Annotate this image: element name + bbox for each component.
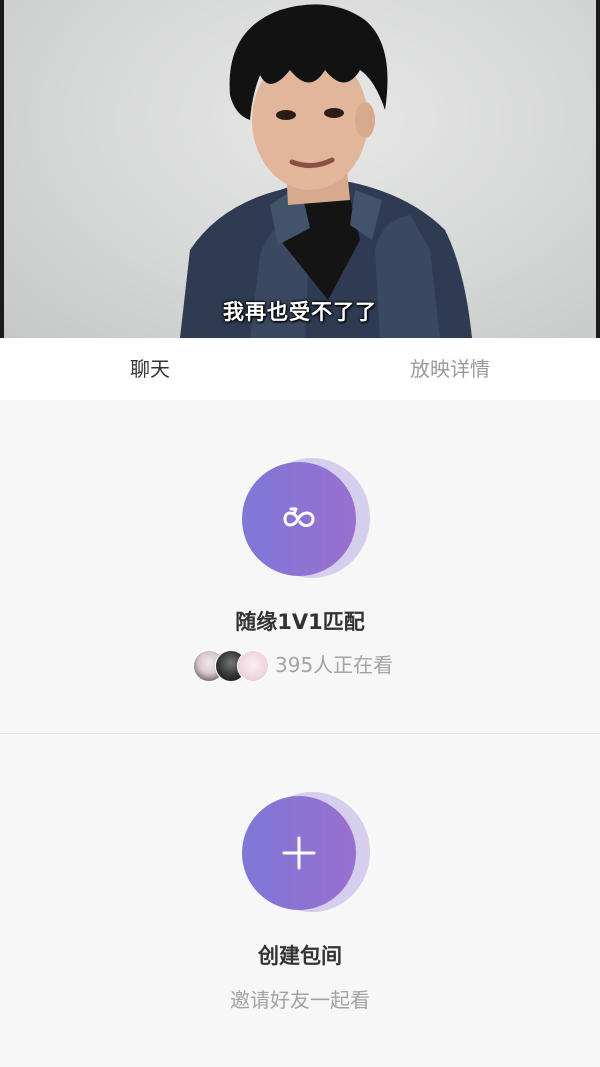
viewer-avatars	[193, 648, 269, 682]
viewer-count: 395人正在看	[275, 653, 394, 677]
avatar	[237, 650, 269, 682]
video-letterbox-left	[0, 0, 4, 338]
video-player[interactable]: 我再也受不了了	[0, 0, 600, 338]
random-match-button[interactable]	[242, 462, 356, 576]
tab-bar: 聊天 放映详情	[0, 338, 600, 400]
video-frame-person	[180, 4, 472, 338]
create-room-button-wrapper	[242, 792, 370, 912]
create-room-subtitle: 邀请好友一起看	[230, 988, 370, 1012]
tab-chat[interactable]: 聊天	[0, 338, 300, 400]
random-match-title: 随缘1V1匹配	[235, 610, 365, 634]
viewer-info: 395人正在看	[0, 648, 600, 682]
video-subtitle: 我再也受不了了	[223, 300, 377, 324]
create-room-button[interactable]	[242, 796, 356, 910]
random-match-button-wrapper	[242, 458, 370, 578]
video-letterbox-right	[596, 0, 600, 338]
create-room-section: 创建包间 邀请好友一起看	[0, 734, 600, 1067]
random-match-section: 随缘1V1匹配 395人正在看	[0, 400, 600, 733]
app-screen: 我再也受不了了 聊天 放映详情 随缘1V1匹配 395人正在看 创建包间 邀请好…	[0, 0, 600, 1067]
create-room-title: 创建包间	[258, 944, 342, 968]
infinity-loop-icon	[283, 507, 315, 528]
plus-icon	[282, 836, 316, 870]
tab-screening-details[interactable]: 放映详情	[300, 338, 600, 400]
